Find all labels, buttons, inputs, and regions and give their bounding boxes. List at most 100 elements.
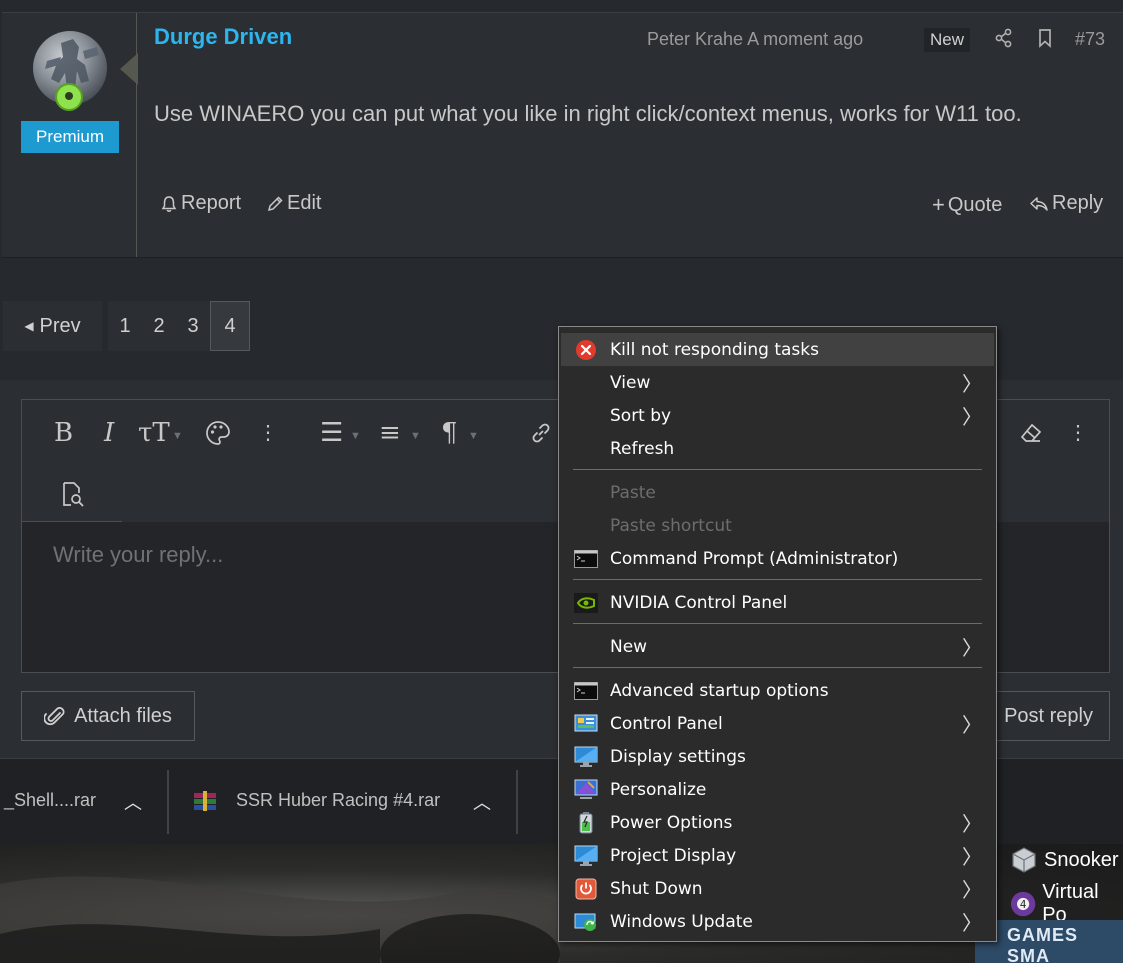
- chevron-down-icon: ▼: [468, 430, 479, 442]
- post-reply-button[interactable]: Post reply: [980, 691, 1110, 741]
- report-button[interactable]: Report: [160, 192, 241, 215]
- download-item-name[interactable]: _Shell....rar: [4, 790, 96, 811]
- chevron-up-icon[interactable]: ︿: [473, 789, 491, 815]
- menu-separator: [573, 623, 982, 624]
- post-number[interactable]: #73: [1075, 29, 1105, 50]
- edit-button[interactable]: Edit: [266, 192, 321, 215]
- pagination-pages: 1 2 3 4: [108, 301, 250, 351]
- cmd-icon: [574, 679, 598, 703]
- red-x-icon: [574, 338, 598, 362]
- pagination-prev-button[interactable]: ◀ Prev: [3, 301, 102, 351]
- more-vertical-icon[interactable]: ⋮: [1068, 420, 1088, 444]
- page-link-current[interactable]: 4: [210, 301, 250, 351]
- list-icon[interactable]: ☰: [320, 418, 343, 448]
- chevron-left-icon: ◀: [24, 319, 34, 333]
- menu-item-control-panel[interactable]: Control Panel 〉: [561, 707, 994, 740]
- post-username[interactable]: Durge Driven: [154, 24, 292, 50]
- attach-files-label: Attach files: [74, 704, 172, 727]
- palette-icon[interactable]: [205, 420, 231, 446]
- menu-separator: [573, 667, 982, 668]
- menu-item-nvidia[interactable]: NVIDIA Control Panel: [561, 586, 994, 619]
- post-pointer-arrow: [120, 53, 138, 85]
- online-status-icon: [55, 83, 83, 111]
- bold-icon[interactable]: B: [54, 418, 73, 448]
- more-vertical-icon[interactable]: ⋮: [258, 420, 278, 444]
- premium-badge: Premium: [21, 121, 119, 153]
- align-icon[interactable]: ≡: [379, 418, 401, 448]
- post-user-column: Premium: [2, 13, 138, 257]
- desktop-shortcut-label: Snooker: [1044, 848, 1119, 871]
- chevron-down-icon: ▼: [410, 430, 421, 442]
- bookmark-icon[interactable]: [1035, 28, 1055, 48]
- battery-icon: [574, 811, 598, 835]
- chevron-down-icon: ▼: [172, 430, 183, 442]
- winrar-icon: [194, 791, 216, 811]
- svg-text:4: 4: [1020, 899, 1027, 911]
- menu-item-display-settings[interactable]: Display settings: [561, 740, 994, 773]
- attach-files-button[interactable]: Attach files: [21, 691, 195, 741]
- chevron-right-icon: 〉: [962, 911, 982, 935]
- menu-item-view[interactable]: View 〉: [561, 366, 994, 399]
- personalize-icon: [574, 778, 598, 802]
- chevron-right-icon: 〉: [962, 372, 982, 396]
- pencil-icon: [267, 195, 283, 211]
- menu-item-paste: Paste: [610, 482, 656, 503]
- nvidia-icon: [574, 591, 598, 615]
- menu-item-power-options[interactable]: Power Options 〉: [561, 806, 994, 839]
- menu-item-command-prompt[interactable]: Command Prompt (Administrator): [561, 542, 994, 575]
- quote-button[interactable]: + Quote: [932, 192, 1002, 218]
- new-badge: New: [924, 28, 971, 52]
- menu-item-new[interactable]: New 〉: [561, 630, 994, 663]
- download-separator: [516, 770, 518, 834]
- toolbar-divider: [22, 521, 122, 522]
- menu-item-advanced-startup[interactable]: Advanced startup options: [561, 674, 994, 707]
- page-link[interactable]: 2: [142, 301, 176, 351]
- monitor-icon: [574, 844, 598, 868]
- chevron-up-icon[interactable]: ︿: [124, 789, 142, 815]
- paperclip-icon: [44, 707, 65, 726]
- reply-arrow-icon: [1030, 196, 1048, 211]
- link-icon[interactable]: [528, 420, 554, 446]
- menu-item-kill-tasks[interactable]: Kill not responding tasks: [561, 333, 994, 366]
- page-link[interactable]: 1: [108, 301, 142, 351]
- italic-icon[interactable]: I: [104, 418, 114, 448]
- menu-item-windows-update[interactable]: Windows Update 〉: [561, 905, 994, 938]
- share-icon[interactable]: [994, 28, 1014, 48]
- menu-item-sort-by[interactable]: Sort by 〉: [561, 399, 994, 432]
- update-icon: [574, 910, 598, 934]
- menu-separator: [573, 579, 982, 580]
- download-separator: [167, 770, 169, 834]
- cmd-icon: [574, 547, 598, 571]
- menu-separator: [573, 469, 982, 470]
- chevron-right-icon: 〉: [962, 878, 982, 902]
- post-author-time[interactable]: Peter Krahe A moment ago: [647, 29, 863, 50]
- text-size-icon[interactable]: τT: [138, 418, 170, 448]
- control-panel-icon: [574, 712, 598, 736]
- plus-icon: +: [932, 192, 945, 217]
- chevron-down-icon: ▼: [350, 430, 361, 442]
- menu-item-project-display[interactable]: Project Display 〉: [561, 839, 994, 872]
- reply-input[interactable]: Write your reply...: [53, 542, 223, 568]
- desktop-shortcut[interactable]: Snooker: [1010, 846, 1119, 874]
- cube-icon: [1012, 847, 1036, 873]
- reply-button[interactable]: Reply: [1029, 192, 1103, 215]
- menu-item-paste-shortcut: Paste shortcut: [610, 515, 732, 536]
- menu-item-refresh[interactable]: Refresh: [561, 432, 994, 465]
- games-label[interactable]: GAMES SMA: [975, 920, 1123, 963]
- download-item-name[interactable]: SSR Huber Racing #4.rar: [236, 790, 440, 811]
- chevron-right-icon: 〉: [962, 713, 982, 737]
- paragraph-icon[interactable]: ¶: [441, 418, 458, 448]
- menu-item-shut-down[interactable]: Shut Down 〉: [561, 872, 994, 905]
- edit-label: Edit: [287, 192, 322, 214]
- quote-label: Quote: [947, 193, 1003, 216]
- preview-icon[interactable]: [58, 480, 86, 508]
- eraser-icon[interactable]: [1018, 420, 1044, 446]
- menu-item-personalize[interactable]: Personalize: [561, 773, 994, 806]
- prev-label: Prev: [39, 314, 81, 337]
- chevron-right-icon: 〉: [962, 812, 982, 836]
- power-icon: [574, 877, 598, 901]
- report-label: Report: [181, 192, 242, 214]
- page-link[interactable]: 3: [176, 301, 210, 351]
- monitor-icon: [574, 745, 598, 769]
- reply-label: Reply: [1052, 192, 1104, 214]
